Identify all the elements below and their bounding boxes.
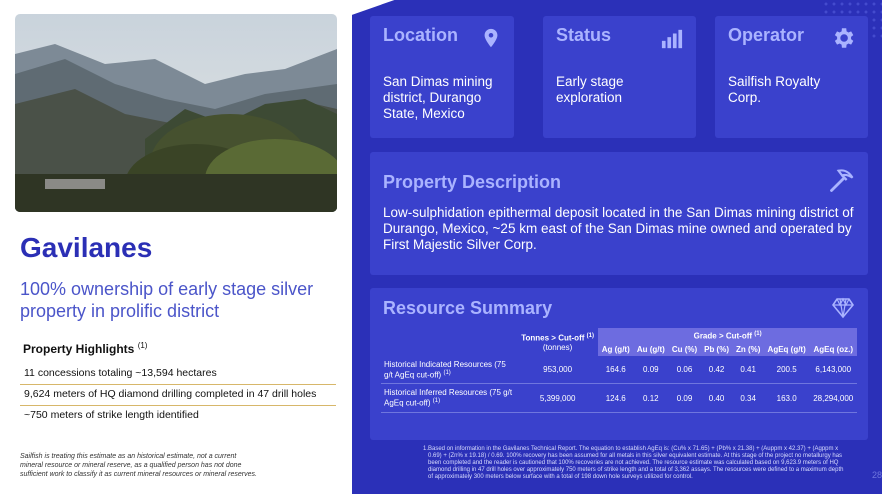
grade-header: Grade > Cut-off (1) xyxy=(598,328,857,343)
highlight-item: 9,624 meters of HQ diamond drilling comp… xyxy=(20,385,336,406)
table-cell: 0.09 xyxy=(668,383,701,413)
property-description-title: Property Description xyxy=(383,172,562,192)
table-row: Historical Inferred Resources (75 g/t Ag… xyxy=(381,383,857,413)
map-pin-icon xyxy=(484,28,498,48)
property-description-card: Property Description Low-sulphidation ep… xyxy=(370,152,868,275)
table-corner xyxy=(381,328,517,356)
column-header: Pb (%) xyxy=(700,342,733,356)
property-photo xyxy=(15,14,337,212)
table-cell: 0.42 xyxy=(700,355,733,385)
mountain-landscape-image xyxy=(15,14,337,212)
table-row: Historical Indicated Resources (75 g/t A… xyxy=(381,355,857,385)
column-header: Cu (%) xyxy=(668,342,701,356)
column-header: Au (g/t) xyxy=(633,342,669,356)
column-header: Ag (g/t) xyxy=(598,342,634,356)
table-cell: 953,000 xyxy=(517,355,599,385)
column-header: Zn (%) xyxy=(732,342,764,356)
page-subtitle: 100% ownership of early stage silver pro… xyxy=(20,279,314,321)
operator-body: Sailfish Royalty Corp. xyxy=(728,74,821,105)
resource-summary-card: Resource Summary Tonnes > Cut-off (1) (t… xyxy=(370,288,868,440)
table-cell: 0.12 xyxy=(633,383,669,413)
bar-chart-icon xyxy=(661,29,683,49)
table-cell: 200.5 xyxy=(763,355,810,385)
table-cell: 163.0 xyxy=(763,383,810,413)
pickaxe-icon xyxy=(830,169,854,192)
resource-summary-title: Resource Summary xyxy=(383,298,553,318)
page-number: 28 xyxy=(871,470,882,480)
status-card: Status Early stage exploration xyxy=(543,16,696,138)
location-body: San Dimas mining district, Durango State… xyxy=(383,74,493,121)
note-number: 1. xyxy=(423,446,429,452)
tonnes-header: Tonnes > Cut-off (1) (tonnes) xyxy=(517,328,599,356)
disclaimer-footnote: Sailfish is treating this estimate as an… xyxy=(20,453,257,478)
gear-icon xyxy=(834,28,854,48)
table-cell: 0.40 xyxy=(700,383,733,413)
location-title: Location xyxy=(383,25,458,45)
resource-notes: 1. Based on information in the Gavilanes… xyxy=(423,446,846,481)
diamond-icon xyxy=(832,297,854,319)
highlights-list: 11 concessions totaling ~13,594 hectares… xyxy=(20,364,336,426)
column-header: AgEq (g/t) xyxy=(763,342,810,356)
highlights-heading: Property Highlights (1) xyxy=(23,341,147,356)
status-title: Status xyxy=(556,25,612,45)
table-cell: 0.41 xyxy=(732,355,764,385)
resource-table: Tonnes > Cut-off (1) (tonnes) Grade > Cu… xyxy=(381,328,857,413)
page-title: Gavilanes xyxy=(20,232,153,263)
operator-title: Operator xyxy=(728,25,805,45)
location-card: Location San Dimas mining district, Dura… xyxy=(370,16,514,138)
row-label: Historical Indicated Resources (75 g/t A… xyxy=(381,355,517,385)
table-cell: 0.34 xyxy=(732,383,764,413)
table-cell: 124.6 xyxy=(598,383,634,413)
tonnes-header-label: Tonnes > Cut-off (1) xyxy=(521,333,594,343)
highlight-item: 11 concessions totaling ~13,594 hectares xyxy=(20,364,336,385)
table-cell: 0.09 xyxy=(633,355,669,385)
highlight-item: ~750 meters of strike length identified xyxy=(24,409,199,421)
table-cell: 0.06 xyxy=(668,355,701,385)
table-cell: 28,294,000 xyxy=(809,383,857,413)
highlights-heading-text: Property Highlights xyxy=(23,342,135,356)
note-text: Based on information in the Gavilanes Te… xyxy=(428,446,844,480)
table-cell: 164.6 xyxy=(598,355,634,385)
table-cell: 6,143,000 xyxy=(809,355,857,385)
row-label: Historical Inferred Resources (75 g/t Ag… xyxy=(381,383,517,413)
property-description-body: Low-sulphidation epithermal deposit loca… xyxy=(383,205,854,252)
tonnes-header-unit: (tonnes) xyxy=(542,342,573,352)
table-cell: 5,399,000 xyxy=(517,383,599,413)
highlights-footnote-ref: (1) xyxy=(137,341,148,350)
operator-card: Operator Sailfish Royalty Corp. xyxy=(715,16,868,138)
status-body: Early stage exploration xyxy=(556,74,624,105)
column-header: AgEq (oz.) xyxy=(809,342,857,356)
